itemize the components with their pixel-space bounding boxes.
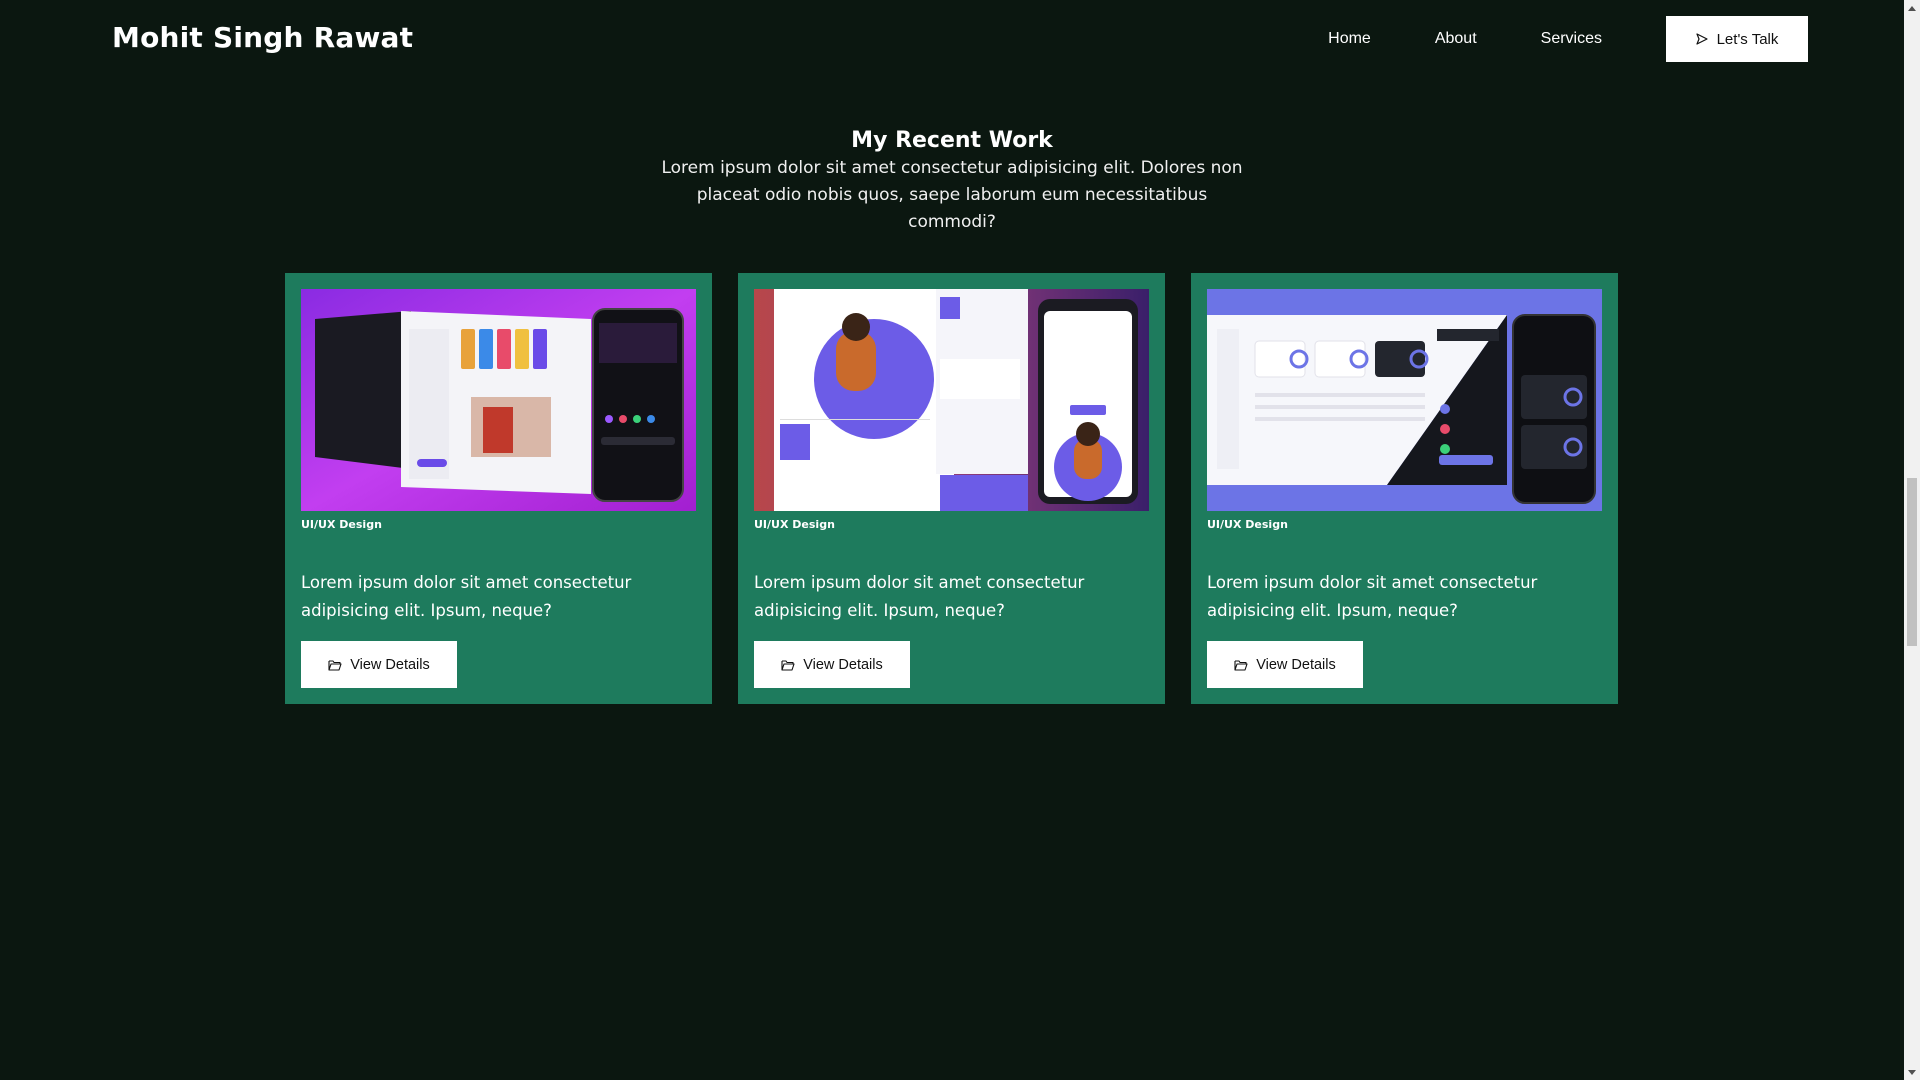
- project-thumbnail: [1207, 289, 1602, 511]
- site-brand[interactable]: Mohit Singh Rawat: [112, 21, 413, 54]
- card-tag: UI/UX Design: [754, 518, 835, 531]
- nav-services[interactable]: Services: [1541, 30, 1602, 48]
- work-card: UI/UX Design Lorem ipsum dolor sit amet …: [738, 273, 1165, 704]
- section-title: My Recent Work: [851, 128, 1053, 153]
- vertical-scrollbar[interactable]: [1904, 0, 1920, 1080]
- lets-talk-button[interactable]: Let's Talk: [1666, 16, 1808, 62]
- work-card: UI/UX Design Lorem ipsum dolor sit amet …: [1191, 273, 1618, 704]
- card-tag: UI/UX Design: [1207, 518, 1288, 531]
- folder-open-icon: [328, 659, 342, 671]
- portfolio-page: Mohit Singh Rawat Home About Services Le…: [0, 0, 1920, 1080]
- scrollbar-thumb[interactable]: [1907, 478, 1917, 646]
- main-nav: Home About Services Let's Talk: [1328, 16, 1808, 62]
- card-description: Lorem ipsum dolor sit amet consectetur a…: [1207, 573, 1538, 620]
- nav-home[interactable]: Home: [1328, 30, 1371, 48]
- scroll-down-arrow-icon[interactable]: [1904, 1064, 1920, 1080]
- card-tag: UI/UX Design: [301, 518, 382, 531]
- lets-talk-label: Let's Talk: [1716, 30, 1779, 48]
- view-details-button[interactable]: View Details: [1207, 641, 1363, 688]
- nav-about[interactable]: About: [1435, 30, 1477, 48]
- view-details-label: View Details: [1256, 656, 1336, 673]
- view-details-label: View Details: [803, 656, 883, 673]
- folder-open-icon: [781, 659, 795, 671]
- project-thumbnail: [301, 289, 696, 511]
- project-thumbnail: [754, 289, 1149, 511]
- scroll-up-arrow-icon[interactable]: [1904, 0, 1920, 16]
- section-subtitle: Lorem ipsum dolor sit amet consectetur a…: [661, 158, 1243, 232]
- view-details-label: View Details: [350, 656, 430, 673]
- send-icon: [1695, 33, 1708, 45]
- folder-open-icon: [1234, 659, 1248, 671]
- card-description: Lorem ipsum dolor sit amet consectetur a…: [754, 573, 1085, 620]
- work-card: UI/UX Design Lorem ipsum dolor sit amet …: [285, 273, 712, 704]
- view-details-button[interactable]: View Details: [301, 641, 457, 688]
- card-description: Lorem ipsum dolor sit amet consectetur a…: [301, 573, 632, 620]
- view-details-button[interactable]: View Details: [754, 641, 910, 688]
